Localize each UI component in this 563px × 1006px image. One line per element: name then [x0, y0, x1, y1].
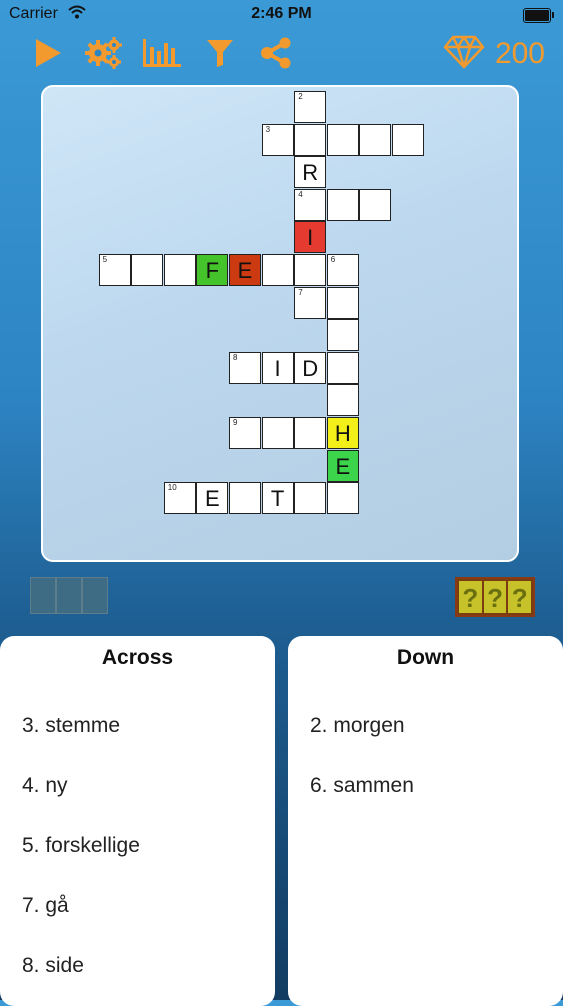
- letter-slot[interactable]: [30, 577, 56, 614]
- crossword-cell[interactable]: [392, 123, 424, 156]
- clue-item[interactable]: 7. gå: [22, 894, 69, 918]
- crossword-cell[interactable]: [294, 482, 327, 515]
- across-title: Across: [101, 646, 174, 669]
- clue-item[interactable]: 6. sammen: [310, 774, 414, 798]
- crossword-cell[interactable]: [294, 254, 327, 286]
- cell-letter: T: [270, 486, 285, 512]
- cell-letter: H: [334, 421, 351, 446]
- crossword-cell[interactable]: 6: [326, 254, 359, 286]
- status-bar: Carrier 2:46 PM: [0, 0, 563, 30]
- hint-mark: ?: [459, 581, 482, 613]
- cell-letter: D: [302, 355, 319, 381]
- clue-number: 5: [102, 255, 108, 264]
- clue-number: 7: [298, 287, 303, 297]
- cell-letter: I: [307, 225, 314, 251]
- crossword-cell[interactable]: [326, 482, 359, 515]
- crossword-cell[interactable]: E: [229, 254, 261, 286]
- crossword-cell[interactable]: 3: [261, 123, 294, 156]
- crossword-cell[interactable]: [326, 123, 359, 156]
- crossword-cell[interactable]: 9: [229, 417, 261, 449]
- clue-item[interactable]: 5. forskellige: [22, 834, 140, 858]
- play-icon[interactable]: [28, 32, 68, 74]
- cell-letter: R: [302, 160, 319, 186]
- diamond-icon: [443, 35, 485, 74]
- crossword-cell[interactable]: [359, 188, 392, 221]
- crossword-cell[interactable]: 4: [294, 188, 327, 221]
- crossword-cell[interactable]: [163, 254, 196, 286]
- letter-input-slots[interactable]: [30, 577, 108, 614]
- crossword-cell[interactable]: R: [294, 156, 327, 189]
- clue-item[interactable]: 4. ny: [22, 774, 68, 798]
- crossword-cell[interactable]: I: [261, 351, 294, 384]
- crossword-cell[interactable]: I: [294, 221, 327, 254]
- down-title: Down: [396, 646, 455, 669]
- filter-icon[interactable]: [200, 32, 240, 74]
- clue-item[interactable]: 3. stemme: [22, 714, 120, 738]
- cell-letter: E: [205, 486, 220, 512]
- crossword-cell[interactable]: H: [326, 417, 359, 449]
- crossword-cell[interactable]: D: [294, 351, 327, 384]
- crossword-cell[interactable]: [131, 254, 164, 286]
- hint-mark: ?: [508, 581, 532, 613]
- clue-item[interactable]: 2. morgen: [310, 714, 405, 738]
- clock: 2:46 PM: [251, 5, 312, 22]
- clue-number: 3: [265, 124, 271, 134]
- crossword-cell[interactable]: [229, 482, 261, 515]
- crossword-cell[interactable]: 7: [294, 286, 327, 319]
- cell-letter: E: [237, 258, 253, 283]
- stats-icon[interactable]: [142, 32, 182, 74]
- crossword-cell[interactable]: 5: [98, 254, 131, 286]
- crossword-cell[interactable]: E: [196, 482, 229, 515]
- battery-icon: [523, 8, 554, 23]
- crossword-cell[interactable]: [326, 188, 359, 221]
- hint-button[interactable]: ? ? ?: [455, 577, 535, 617]
- hint-mark: ?: [483, 581, 507, 613]
- crossword-cell[interactable]: [326, 384, 359, 417]
- gem-count: 200: [494, 37, 545, 70]
- clue-number: 6: [330, 255, 336, 264]
- crossword-cell[interactable]: [294, 417, 327, 449]
- crossword-cell[interactable]: 10: [163, 482, 196, 515]
- cell-letter: F: [205, 258, 220, 283]
- crossword-cell[interactable]: [326, 286, 359, 319]
- crossword-cell[interactable]: [294, 123, 327, 156]
- clue-number: 9: [233, 418, 238, 427]
- crossword-board: 2 3 R 4 I 5 F E 6 7 8 I D 9 H E 10 E T: [41, 85, 519, 562]
- crossword-cell[interactable]: E: [326, 449, 359, 482]
- crossword-cell[interactable]: [261, 254, 294, 286]
- clue-number: 2: [298, 92, 303, 101]
- gem-counter[interactable]: 200: [443, 34, 545, 74]
- crossword-cell[interactable]: [326, 351, 359, 384]
- letter-slot[interactable]: [82, 577, 108, 614]
- clue-number: 8: [233, 352, 238, 362]
- crossword-cell[interactable]: 2: [294, 91, 327, 123]
- clue-number: 10: [167, 483, 177, 493]
- crossword-cell[interactable]: [326, 319, 359, 352]
- settings-gears-icon[interactable]: [84, 32, 124, 74]
- cell-letter: E: [335, 453, 351, 479]
- down-clues-panel: Down 2. morgen 6. sammen: [288, 636, 563, 1006]
- clue-number: 4: [298, 189, 303, 199]
- crossword-cell[interactable]: 8: [229, 351, 261, 384]
- share-icon[interactable]: [256, 32, 296, 74]
- crossword-cell[interactable]: [261, 417, 294, 449]
- crossword-cell[interactable]: [359, 123, 392, 156]
- cell-letter: I: [274, 355, 281, 381]
- clue-item[interactable]: 8. side: [22, 954, 84, 978]
- letter-slot[interactable]: [56, 577, 82, 614]
- across-clues-panel: Across 3. stemme 4. ny 5. forskellige 7.…: [0, 636, 275, 1006]
- crossword-cell[interactable]: F: [196, 254, 229, 286]
- toolbar: 200: [0, 32, 563, 76]
- crossword-cell[interactable]: T: [261, 482, 294, 515]
